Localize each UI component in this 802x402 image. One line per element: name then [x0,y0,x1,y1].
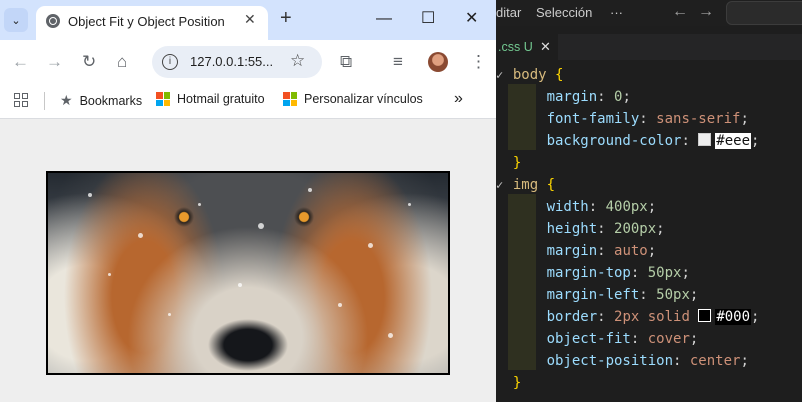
menu-selection[interactable]: Selección [536,5,592,20]
code-line: height: 200px; [546,221,665,237]
color-swatch[interactable] [698,133,712,146]
browser-window: ⌄ Object Fit y Object Position ✕ + — ☐ ✕… [0,0,496,402]
new-tab-icon[interactable]: + [280,8,292,28]
chevron-down-icon[interactable]: ✓ [496,174,503,196]
code-line: margin: 0; [546,89,631,105]
tab-search-icon[interactable]: ⌄ [4,8,28,32]
code-line: background-color: #eee; [546,133,760,149]
bookmark-item[interactable]: Hotmail gratuito [156,92,265,106]
code-line: } [512,155,522,171]
code-line: ✓ img { [496,174,802,196]
code-line: margin-top: 50px; [546,265,690,281]
code-line: ✓ body { [496,64,802,86]
close-window-icon[interactable]: ✕ [465,8,478,30]
editor-tab-css[interactable]: .css U ✕ [496,34,558,60]
code-line: } [512,375,522,391]
info-icon[interactable]: i [162,54,178,70]
more-bookmarks-icon[interactable]: » [454,90,463,108]
menu-more[interactable]: ··· [610,5,623,20]
forward-arrow-icon[interactable]: → [698,3,714,21]
bookmark-item[interactable]: ★ Bookmarks [60,92,142,109]
avatar[interactable] [428,52,448,72]
code-line: width: 400px; [546,199,657,215]
bookmark-item[interactable]: Personalizar vínculos [283,92,423,106]
bookmark-label: Personalizar vínculos [304,92,423,106]
star-filled-icon: ★ [60,92,73,108]
microsoft-icon [156,92,170,106]
address-bar[interactable]: i 127.0.0.1:55... ☆ [152,46,322,78]
tab-strip: ⌄ Object Fit y Object Position ✕ + — ☐ ✕ [0,0,496,40]
close-icon[interactable]: ✕ [540,34,551,60]
editor-tab-label: .css U [498,40,533,54]
code-editor: ditar Selección ··· ← → .css U ✕ ✓ body … [496,0,802,402]
code-line: object-position: center; [546,353,749,369]
home-icon[interactable]: ⌂ [117,52,127,72]
code-line: margin: auto; [546,243,657,259]
chevron-down-icon[interactable]: ✓ [496,64,503,86]
minimize-icon[interactable]: — [376,8,392,30]
editor-tab-bar: .css U ✕ [496,34,802,60]
forward-icon[interactable]: → [46,52,63,72]
star-icon[interactable]: ☆ [290,51,305,71]
bookmarks-bar: ★ Bookmarks Hotmail gratuito Personaliza… [0,84,496,119]
tab-active[interactable]: Object Fit y Object Position ✕ [36,6,268,40]
tab-title: Object Fit y Object Position [68,14,225,29]
page-viewport [0,119,496,402]
divider [44,92,45,110]
bookmark-label: Hotmail gratuito [177,92,265,106]
extensions-icon[interactable]: ⧉ [340,52,352,72]
menu-edit[interactable]: ditar [496,5,521,20]
command-center[interactable] [726,1,802,25]
toolbar: ← → ↻ ⌂ i 127.0.0.1:55... ☆ ⧉ ≡ ⋮ [0,40,496,84]
globe-icon [46,14,60,28]
bookmark-label: Bookmarks [79,93,143,108]
maximize-icon[interactable]: ☐ [421,8,435,30]
reload-icon[interactable]: ↻ [82,52,96,72]
code-line: font-family: sans-serif; [546,111,749,127]
url-text: 127.0.0.1:55... [190,54,274,69]
code-line: border: 2px solid #000; [546,309,760,325]
tab-close-icon[interactable]: ✕ [244,11,256,28]
apps-icon[interactable] [14,93,28,107]
back-icon[interactable]: ← [12,52,29,72]
media-icon[interactable]: ≡ [393,52,403,72]
wolf-image [46,171,450,375]
menu-bar: ditar Selección ··· ← → [496,0,802,26]
color-swatch[interactable] [698,309,712,322]
menu-icon[interactable]: ⋮ [470,52,487,72]
code-line: object-fit: cover; [546,331,699,347]
microsoft-icon [283,92,297,106]
back-arrow-icon[interactable]: ← [672,3,688,21]
code-line: margin-left: 50px; [546,287,699,303]
